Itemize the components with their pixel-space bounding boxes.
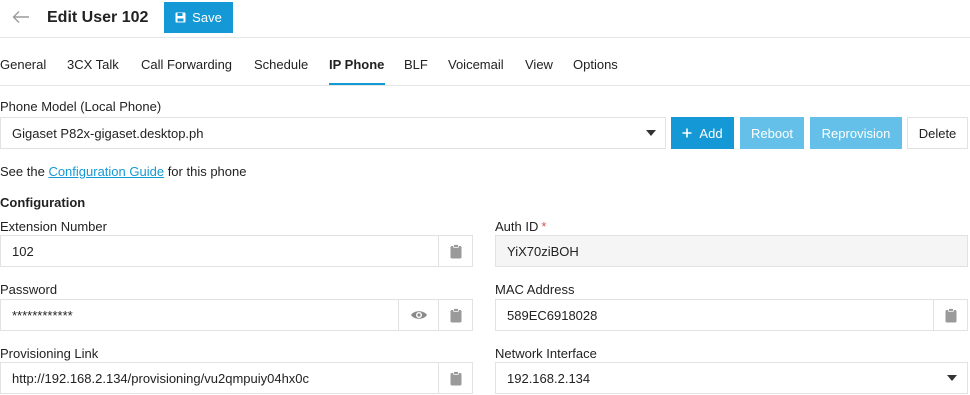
add-label: Add: [699, 125, 723, 141]
show-password-button[interactable]: [398, 300, 438, 330]
guide-suffix: for this phone: [164, 164, 247, 179]
tab-voicemail[interactable]: Voicemail: [448, 57, 504, 72]
phone-model-value: Gigaset P82x-gigaset.desktop.ph: [12, 126, 204, 141]
auth-id-label-text: Auth ID: [495, 219, 539, 234]
auth-id-label: Auth ID *: [495, 219, 546, 234]
tab-blf[interactable]: BLF: [404, 57, 428, 72]
configuration-heading: Configuration: [0, 195, 86, 210]
configuration-guide-text: See the Configuration Guide for this pho…: [0, 164, 246, 179]
save-label: Save: [192, 10, 222, 25]
clipboard-icon: [450, 243, 461, 258]
password-value: ************: [12, 308, 73, 323]
arrow-left-icon: [12, 11, 29, 23]
guide-prefix: See the: [0, 164, 49, 179]
provisioning-link-value: http://192.168.2.134/provisioning/vu2qmp…: [12, 371, 310, 386]
tab-bar: General 3CX Talk Call Forwarding Schedul…: [0, 38, 970, 86]
tab-options[interactable]: Options: [573, 57, 618, 72]
plus-icon: [682, 128, 692, 138]
provisioning-link-label: Provisioning Link: [0, 346, 99, 361]
page-title: Edit User 102: [47, 9, 149, 26]
required-marker: *: [541, 219, 547, 234]
mac-address-value: 589EC6918028: [507, 308, 598, 323]
save-icon: [175, 12, 186, 23]
chevron-down-icon: [947, 375, 957, 381]
tab-schedule[interactable]: Schedule: [254, 57, 308, 72]
copy-extension-button[interactable]: [438, 236, 472, 266]
extension-number-field[interactable]: 102: [0, 235, 473, 267]
auth-id-field[interactable]: YiX70ziBOH: [495, 235, 968, 267]
mac-address-field[interactable]: 589EC6918028: [495, 299, 968, 331]
tab-3cx-talk[interactable]: 3CX Talk: [67, 57, 119, 72]
active-tab-indicator: [329, 83, 385, 85]
network-interface-label: Network Interface: [495, 346, 597, 361]
clipboard-icon: [945, 307, 956, 322]
copy-mac-button[interactable]: [933, 300, 967, 330]
clipboard-icon: [450, 370, 461, 385]
save-button[interactable]: Save: [164, 2, 233, 33]
clipboard-icon: [450, 307, 461, 322]
password-field[interactable]: ************: [0, 299, 473, 331]
tab-general[interactable]: General: [0, 57, 46, 72]
network-interface-value: 192.168.2.134: [507, 371, 591, 386]
back-button[interactable]: [10, 6, 32, 28]
password-label: Password: [0, 282, 58, 297]
network-interface-select[interactable]: 192.168.2.134: [495, 362, 968, 394]
eye-icon: [410, 311, 427, 319]
auth-id-value: YiX70ziBOH: [507, 244, 579, 259]
extension-number-value: 102: [12, 244, 34, 259]
phone-model-select[interactable]: Gigaset P82x-gigaset.desktop.ph: [0, 117, 666, 149]
phone-model-label: Phone Model (Local Phone): [0, 99, 162, 114]
tab-ip-phone[interactable]: IP Phone: [329, 57, 384, 72]
tab-view[interactable]: View: [525, 57, 553, 72]
tab-call-forwarding[interactable]: Call Forwarding: [141, 57, 232, 72]
delete-button[interactable]: Delete: [907, 117, 968, 149]
reboot-button[interactable]: Reboot: [740, 117, 804, 149]
chevron-down-icon: [646, 130, 656, 136]
provisioning-link-field[interactable]: http://192.168.2.134/provisioning/vu2qmp…: [0, 362, 473, 394]
configuration-guide-link[interactable]: Configuration Guide: [48, 164, 164, 179]
copy-provisioning-link-button[interactable]: [438, 363, 472, 393]
add-phone-button[interactable]: Add: [671, 117, 734, 149]
page-header: Edit User 102 Save: [0, 0, 970, 38]
reprovision-button[interactable]: Reprovision: [810, 117, 902, 149]
copy-password-button[interactable]: [438, 300, 472, 330]
mac-address-label: MAC Address: [495, 282, 575, 297]
extension-number-label: Extension Number: [0, 219, 107, 234]
